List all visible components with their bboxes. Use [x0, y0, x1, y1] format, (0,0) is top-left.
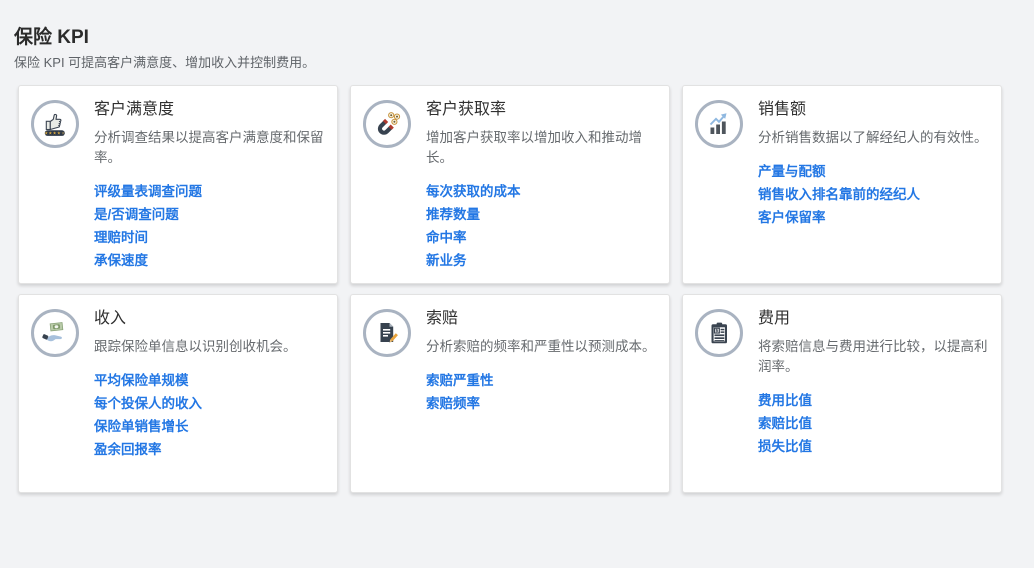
kpi-link[interactable]: 新业务	[426, 249, 656, 272]
svg-text:★★★★★: ★★★★★	[44, 131, 65, 137]
bar-chart-growth-icon	[695, 100, 743, 148]
kpi-link[interactable]: 索赔比值	[758, 412, 988, 435]
kpi-card-customer-acquisition: 客户获取率 增加客户获取率以增加收入和推动增长。 每次获取的成本推荐数量命中率新…	[350, 85, 670, 284]
kpi-card-expenses: $ 费用 将索赔信息与费用进行比较，以提高利润率。 费用比值索赔比值损失比值	[682, 294, 1002, 493]
thumbs-up-rating-icon: ★★★★★	[31, 100, 79, 148]
kpi-link[interactable]: 客户保留率	[758, 206, 988, 229]
magnet-coins-icon	[363, 100, 411, 148]
kpi-link[interactable]: 销售收入排名靠前的经纪人	[758, 183, 988, 206]
card-content: 收入 跟踪保险单信息以识别创收机会。 平均保险单规模每个投保人的收入保险单销售增…	[94, 295, 337, 461]
card-title: 费用	[758, 308, 988, 330]
hand-money-icon	[31, 309, 79, 357]
document-pencil-icon	[363, 309, 411, 357]
card-links: 每次获取的成本推荐数量命中率新业务	[426, 180, 656, 272]
kpi-card-revenue: 收入 跟踪保险单信息以识别创收机会。 平均保险单规模每个投保人的收入保险单销售增…	[18, 294, 338, 493]
kpi-link[interactable]: 承保速度	[94, 249, 324, 272]
card-content: 客户获取率 增加客户获取率以增加收入和推动增长。 每次获取的成本推荐数量命中率新…	[426, 86, 669, 272]
kpi-link[interactable]: 盈余回报率	[94, 438, 324, 461]
card-title: 收入	[94, 308, 324, 330]
kpi-card-customer-satisfaction: ★★★★★ 客户满意度 分析调查结果以提高客户满意度和保留率。 评级量表调查问题…	[18, 85, 338, 284]
kpi-link[interactable]: 理赔时间	[94, 226, 324, 249]
card-content: 客户满意度 分析调查结果以提高客户满意度和保留率。 评级量表调查问题是/否调查问…	[94, 86, 337, 272]
kpi-link[interactable]: 索赔严重性	[426, 369, 656, 392]
card-description: 跟踪保险单信息以识别创收机会。	[94, 337, 324, 357]
kpi-link[interactable]: 产量与配额	[758, 160, 988, 183]
card-description: 分析索赔的频率和严重性以预测成本。	[426, 337, 656, 357]
kpi-card-sales: 销售额 分析销售数据以了解经纪人的有效性。 产量与配额销售收入排名靠前的经纪人客…	[682, 85, 1002, 284]
kpi-link[interactable]: 费用比值	[758, 389, 988, 412]
kpi-link[interactable]: 推荐数量	[426, 203, 656, 226]
card-title: 索赔	[426, 308, 656, 330]
card-links: 平均保险单规模每个投保人的收入保险单销售增长盈余回报率	[94, 369, 324, 461]
page-subtitle: 保险 KPI 可提高客户满意度、增加收入并控制费用。	[14, 54, 1034, 72]
card-content: 销售额 分析销售数据以了解经纪人的有效性。 产量与配额销售收入排名靠前的经纪人客…	[758, 86, 1001, 229]
page-title: 保险 KPI	[14, 27, 1034, 49]
card-description: 分析调查结果以提高客户满意度和保留率。	[94, 128, 324, 168]
card-description: 将索赔信息与费用进行比较，以提高利润率。	[758, 337, 988, 377]
kpi-link[interactable]: 每个投保人的收入	[94, 392, 324, 415]
kpi-link[interactable]: 命中率	[426, 226, 656, 249]
card-description: 分析销售数据以了解经纪人的有效性。	[758, 128, 988, 148]
kpi-link[interactable]: 保险单销售增长	[94, 415, 324, 438]
svg-text:$: $	[715, 328, 718, 334]
kpi-link[interactable]: 每次获取的成本	[426, 180, 656, 203]
card-links: 费用比值索赔比值损失比值	[758, 389, 988, 458]
card-content: 费用 将索赔信息与费用进行比较，以提高利润率。 费用比值索赔比值损失比值	[758, 295, 1001, 458]
kpi-link[interactable]: 损失比值	[758, 435, 988, 458]
kpi-card-grid: ★★★★★ 客户满意度 分析调查结果以提高客户满意度和保留率。 评级量表调查问题…	[18, 85, 1034, 493]
card-title: 客户获取率	[426, 99, 656, 121]
card-title: 销售额	[758, 99, 988, 121]
kpi-link[interactable]: 评级量表调查问题	[94, 180, 324, 203]
card-links: 评级量表调查问题是/否调查问题理赔时间承保速度	[94, 180, 324, 272]
kpi-link[interactable]: 平均保险单规模	[94, 369, 324, 392]
card-links: 产量与配额销售收入排名靠前的经纪人客户保留率	[758, 160, 988, 229]
page-header: 保险 KPI 保险 KPI 可提高客户满意度、增加收入并控制费用。	[14, 27, 1034, 72]
insurance-kpi-page: 保险 KPI 保险 KPI 可提高客户满意度、增加收入并控制费用。 ★★★★★ …	[0, 27, 1034, 493]
kpi-link[interactable]: 是/否调查问题	[94, 203, 324, 226]
card-links: 索赔严重性索赔频率	[426, 369, 656, 415]
kpi-card-claims: 索赔 分析索赔的频率和严重性以预测成本。 索赔严重性索赔频率	[350, 294, 670, 493]
kpi-link[interactable]: 索赔频率	[426, 392, 656, 415]
clipboard-dollar-icon: $	[695, 309, 743, 357]
card-content: 索赔 分析索赔的频率和严重性以预测成本。 索赔严重性索赔频率	[426, 295, 669, 415]
card-title: 客户满意度	[94, 99, 324, 121]
card-description: 增加客户获取率以增加收入和推动增长。	[426, 128, 656, 168]
